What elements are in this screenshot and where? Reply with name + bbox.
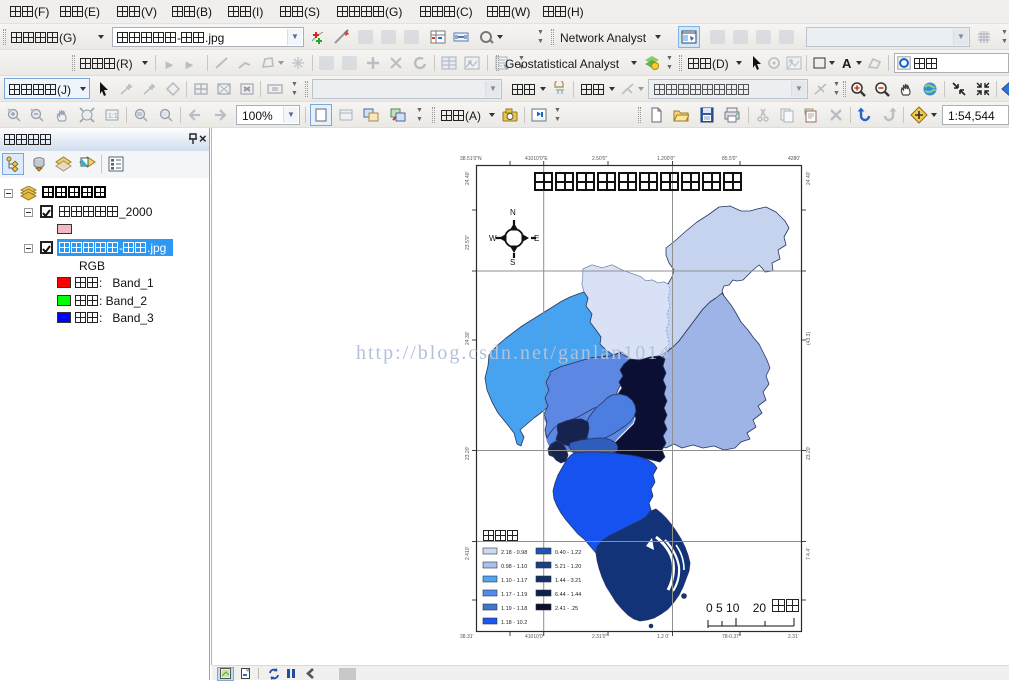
svg-text:S: S bbox=[510, 258, 515, 267]
svg-text:2.410': 2.410' bbox=[465, 546, 471, 560]
svg-text:1.17 - 1.19: 1.17 - 1.19 bbox=[501, 592, 527, 598]
svg-text:1.19 - 1.18: 1.19 - 1.18 bbox=[501, 606, 527, 612]
svg-text:0.40 - 1.22: 0.40 - 1.22 bbox=[555, 550, 581, 556]
svg-text:38.31': 38.31' bbox=[460, 634, 474, 640]
svg-text:2.50'0": 2.50'0" bbox=[592, 156, 607, 162]
svg-text:2.41 - .25: 2.41 - .25 bbox=[555, 606, 578, 612]
svg-text:N: N bbox=[510, 208, 516, 217]
svg-text:23.20': 23.20' bbox=[806, 446, 812, 460]
svg-text:0 5 10 20: 0 5 10 20 bbox=[706, 601, 766, 615]
svg-text:23.5'0": 23.5'0" bbox=[465, 235, 471, 250]
svg-text:W: W bbox=[489, 234, 497, 243]
svg-text:1.10 - 1.17: 1.10 - 1.17 bbox=[501, 578, 527, 584]
svg-text:2.31'0": 2.31'0" bbox=[592, 634, 607, 640]
svg-text:2.31': 2.31' bbox=[788, 634, 799, 640]
svg-text:1.2 0': 1.2 0' bbox=[657, 634, 669, 640]
svg-text:1:1: 1:1 bbox=[108, 113, 118, 120]
svg-text:6.44 - 1.44: 6.44 - 1.44 bbox=[555, 592, 581, 598]
svg-text:85.5'0": 85.5'0" bbox=[722, 156, 737, 162]
svg-text:24.40': 24.40' bbox=[806, 171, 812, 185]
svg-text:1.200'0": 1.200'0" bbox=[657, 156, 675, 162]
svg-text:7.4.4': 7.4.4' bbox=[806, 548, 812, 560]
svg-text:4280': 4280' bbox=[788, 156, 800, 162]
svg-text:1.18 - 10.2: 1.18 - 10.2 bbox=[501, 620, 527, 626]
svg-text:0.98 - 1.10: 0.98 - 1.10 bbox=[501, 564, 527, 570]
svg-text:2.18 - 0.98: 2.18 - 0.98 bbox=[501, 550, 527, 556]
svg-text:24.40': 24.40' bbox=[465, 171, 471, 185]
svg-text:23.20': 23.20' bbox=[465, 446, 471, 460]
svg-text:78-0.37': 78-0.37' bbox=[722, 634, 740, 640]
svg-text:5.21 - 1.20: 5.21 - 1.20 bbox=[555, 564, 581, 570]
svg-text:38.51'0"N: 38.51'0"N bbox=[460, 156, 482, 162]
svg-text:E: E bbox=[534, 234, 539, 243]
svg-text:41010'0"E: 41010'0"E bbox=[525, 156, 548, 162]
svg-text:(43.3): (43.3) bbox=[806, 332, 812, 345]
svg-text:1.44 - 3.21: 1.44 - 3.21 bbox=[555, 578, 581, 584]
svg-text:41010'0": 41010'0" bbox=[525, 634, 545, 640]
